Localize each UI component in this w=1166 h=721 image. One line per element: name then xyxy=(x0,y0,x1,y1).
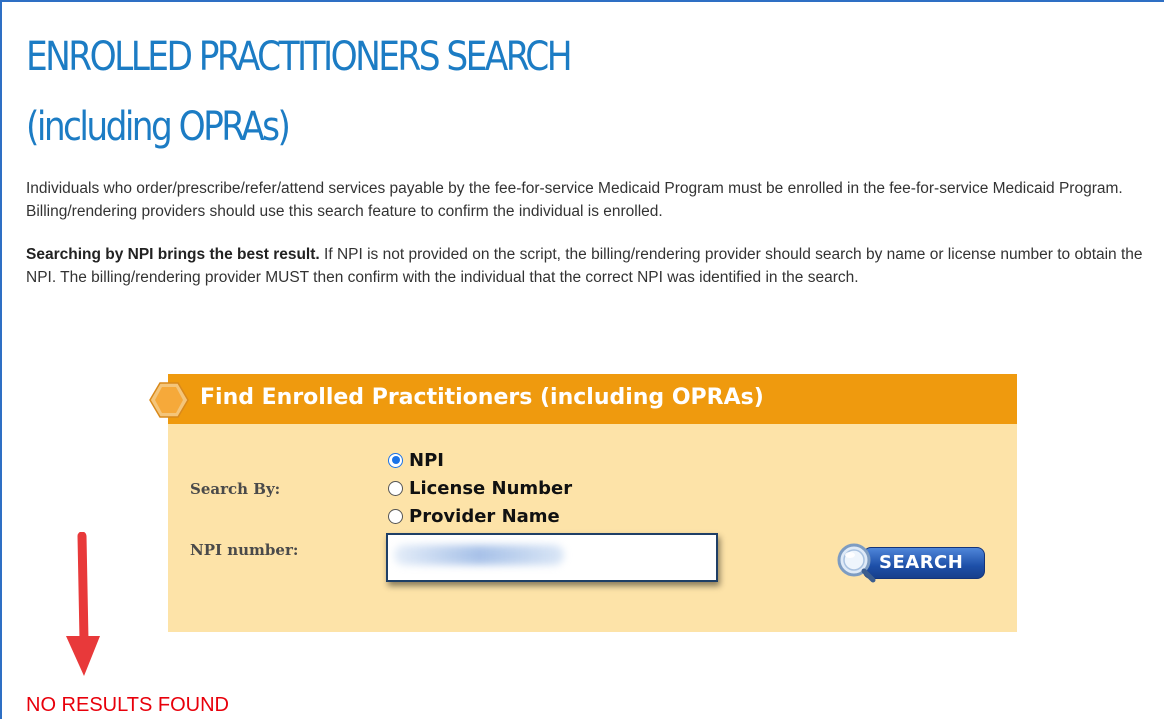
magnifier-icon[interactable] xyxy=(833,540,883,586)
search-panel: Find Enrolled Practitioners (including O… xyxy=(168,374,1017,632)
down-arrow-icon xyxy=(66,532,100,676)
radio-license-number-label[interactable]: License Number xyxy=(409,478,572,499)
radio-provider-name-label[interactable]: Provider Name xyxy=(409,506,560,527)
tip-paragraph: Searching by NPI brings the best result.… xyxy=(26,243,1151,289)
hexagon-icon xyxy=(149,382,189,418)
radio-license-number[interactable] xyxy=(388,480,403,496)
search-panel-title: Find Enrolled Practitioners (including O… xyxy=(200,385,764,410)
radio-option-license-number[interactable]: License Number xyxy=(388,476,572,500)
radio-npi[interactable] xyxy=(388,452,403,468)
intro-paragraph: Individuals who order/prescribe/refer/at… xyxy=(26,180,1123,220)
search-by-label: Search By: xyxy=(190,480,281,498)
redacted-npi-value xyxy=(394,545,564,565)
npi-number-label: NPI number: xyxy=(190,541,299,559)
page-title: ENROLLED PRACTITIONERS SEARCH xyxy=(26,34,573,80)
radio-option-provider-name[interactable]: Provider Name xyxy=(388,504,560,528)
search-panel-header: Find Enrolled Practitioners (including O… xyxy=(168,374,1017,424)
no-results-message: NO RESULTS FOUND xyxy=(26,694,229,716)
search-button-label[interactable]: SEARCH xyxy=(879,552,963,573)
search-button[interactable]: SEARCH xyxy=(833,540,987,584)
tip-bold-text: Searching by NPI brings the best result. xyxy=(26,246,320,263)
radio-provider-name[interactable] xyxy=(388,508,403,524)
radio-npi-label[interactable]: NPI xyxy=(409,450,444,471)
page-subtitle: (including OPRAs) xyxy=(26,104,291,150)
radio-option-npi[interactable]: NPI xyxy=(388,448,444,472)
